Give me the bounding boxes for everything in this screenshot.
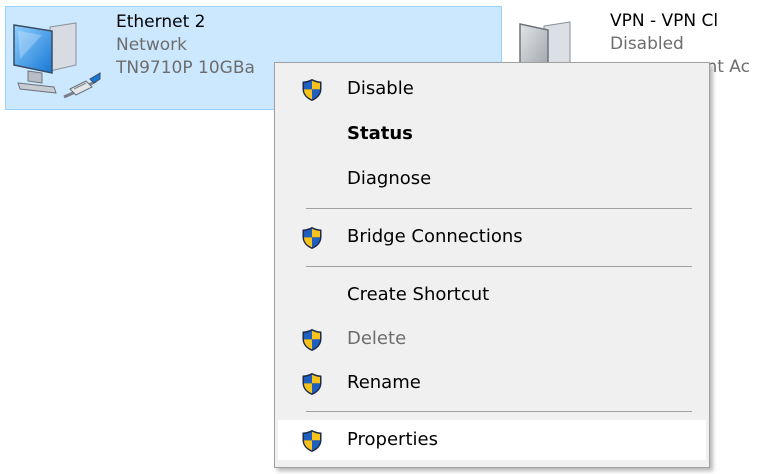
- uac-shield-icon: [301, 78, 323, 102]
- menu-item-rename[interactable]: Rename: [278, 363, 706, 403]
- connection-device: TN9710P 10GBa: [116, 58, 255, 78]
- menu-item-properties[interactable]: Properties: [278, 420, 706, 460]
- menu-item-label: Status: [347, 123, 413, 144]
- menu-item-label: Delete: [347, 328, 407, 349]
- connection-name: Ethernet 2: [116, 12, 206, 32]
- menu-item-bridge-connections[interactable]: Bridge Connections: [278, 217, 706, 257]
- menu-item-label: Create Shortcut: [347, 284, 490, 305]
- menu-item-label: Bridge Connections: [347, 226, 523, 247]
- menu-item-status[interactable]: Status: [278, 114, 706, 154]
- uac-shield-icon: [301, 429, 323, 453]
- menu-item-label: Disable: [347, 78, 414, 99]
- uac-shield-icon: [301, 328, 323, 352]
- connection-status: Disabled: [610, 34, 684, 54]
- connection-status: Network: [116, 35, 187, 55]
- menu-separator: [306, 266, 692, 267]
- menu-item-label: Rename: [347, 372, 421, 393]
- menu-item-delete: Delete: [278, 319, 706, 359]
- menu-item-disable[interactable]: Disable: [278, 69, 706, 109]
- connection-text: Ethernet 2 Network TN9710P 10GBa: [116, 11, 255, 80]
- connection-name: VPN - VPN Cl: [610, 11, 719, 31]
- network-connections-window: Ethernet 2 Network TN9710P 10GBa VPN - V…: [0, 0, 771, 474]
- uac-shield-icon: [301, 372, 323, 396]
- menu-item-label: Properties: [347, 429, 438, 450]
- menu-item-diagnose[interactable]: Diagnose: [278, 159, 706, 199]
- menu-item-create-shortcut[interactable]: Create Shortcut: [278, 275, 706, 315]
- menu-item-label: Diagnose: [347, 168, 432, 189]
- context-menu: Disable Status Diagnose Bridge Connectio…: [274, 62, 710, 468]
- menu-separator: [306, 208, 692, 209]
- network-adapter-icon: [12, 19, 102, 105]
- menu-separator: [306, 411, 692, 412]
- uac-shield-icon: [301, 226, 323, 250]
